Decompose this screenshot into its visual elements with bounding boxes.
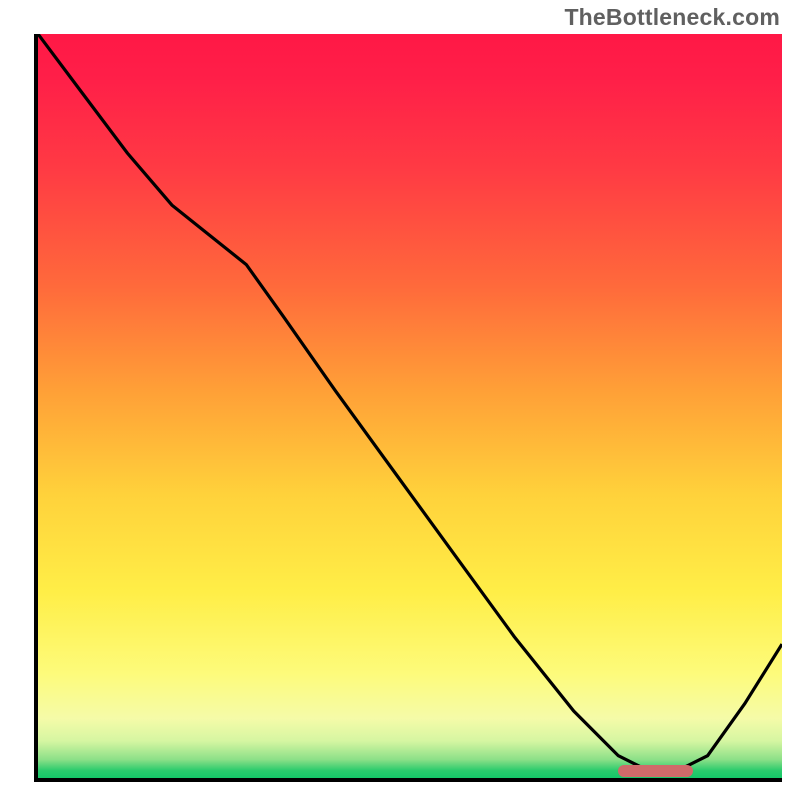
watermark-text: TheBottleneck.com xyxy=(564,4,780,31)
curve-path xyxy=(38,34,782,771)
optimal-range-marker xyxy=(618,765,692,777)
plot-area xyxy=(38,34,782,778)
plot-axes xyxy=(34,34,782,782)
chart-root: TheBottleneck.com xyxy=(0,0,800,800)
curve-svg xyxy=(38,34,782,778)
